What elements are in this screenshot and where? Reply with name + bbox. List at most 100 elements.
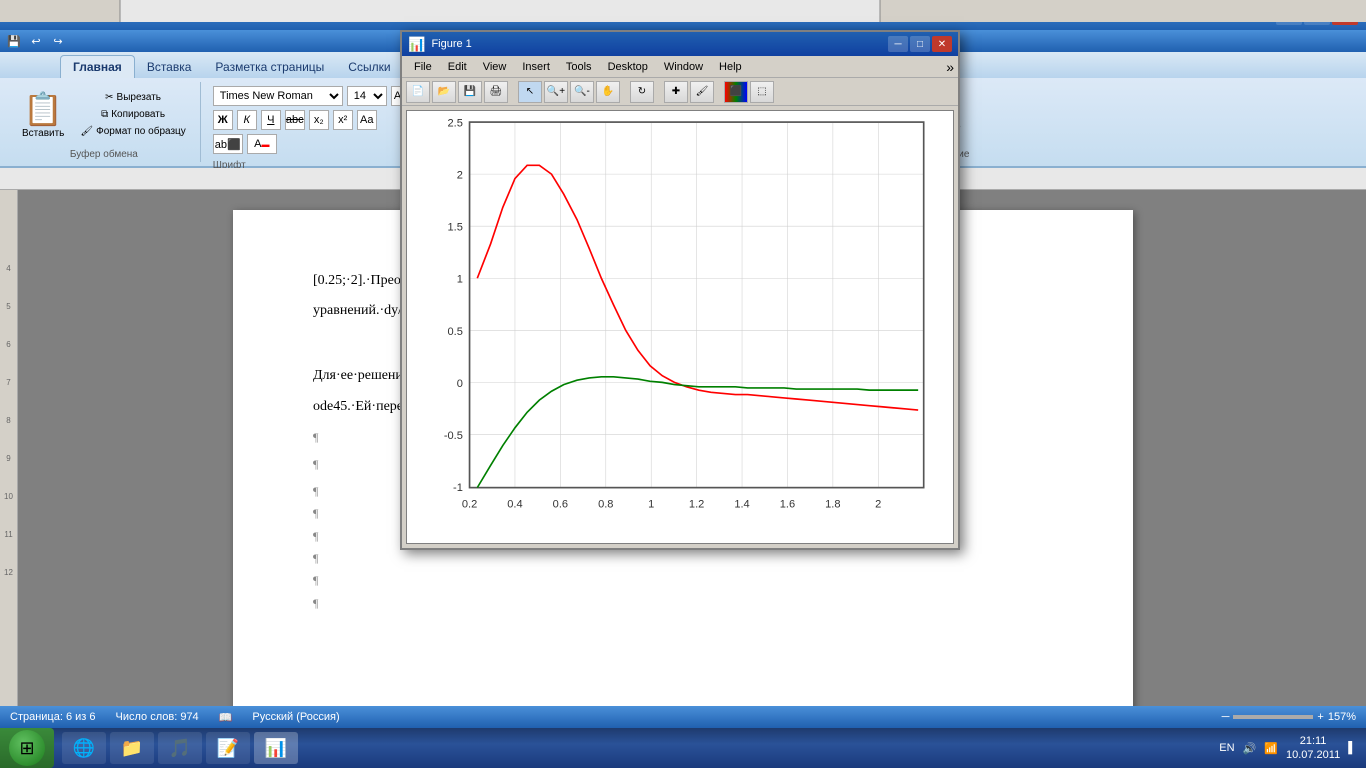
- word-count: Число слов: 974: [116, 711, 199, 723]
- matlab-menu-edit[interactable]: Edit: [440, 59, 475, 75]
- clipboard-group: 📋 Вставить ✂ Вырезать ⧉ Копировать 🖌 Фор…: [8, 82, 201, 162]
- svg-text:1: 1: [648, 499, 654, 511]
- zoom-out-button[interactable]: 🔍-: [570, 81, 594, 103]
- matlab-menu-help[interactable]: Help: [711, 59, 750, 75]
- matlab-menu-insert[interactable]: Insert: [514, 59, 558, 75]
- media-icon: 🎵: [169, 738, 191, 759]
- pan-button[interactable]: ✋: [596, 81, 620, 103]
- volume-icon: 🔊: [1243, 742, 1257, 755]
- svg-text:1.5: 1.5: [448, 222, 463, 234]
- system-clock: 21:11 10.07.2011: [1286, 734, 1340, 763]
- subscript-button[interactable]: x₂: [309, 110, 329, 130]
- paste-button[interactable]: 📋 Вставить: [16, 88, 70, 141]
- zoom-level: 157%: [1328, 711, 1356, 723]
- para-9: ¶: [313, 570, 1053, 592]
- svg-text:1.2: 1.2: [689, 499, 704, 511]
- font-color-button[interactable]: A▬: [247, 134, 277, 154]
- show-desktop[interactable]: ▌: [1348, 742, 1356, 754]
- zoom-slider[interactable]: [1233, 715, 1313, 719]
- svg-text:2: 2: [875, 499, 881, 511]
- matlab-minimize[interactable]: ─: [888, 36, 908, 52]
- matlab-close[interactable]: ✕: [932, 36, 952, 52]
- plot3d-button[interactable]: ⬚: [750, 81, 774, 103]
- svg-text:0.8: 0.8: [598, 499, 613, 511]
- tab-home[interactable]: Главная: [60, 55, 135, 78]
- brush-button[interactable]: 🖌: [690, 81, 714, 103]
- font-name-select[interactable]: Times New Roman: [213, 86, 343, 106]
- colormap-button[interactable]: ⬛: [724, 81, 748, 103]
- scissors-icon: ✂: [105, 92, 113, 103]
- start-button[interactable]: ⊞: [0, 728, 54, 768]
- open-button[interactable]: 📂: [432, 81, 456, 103]
- superscript-button[interactable]: x²: [333, 110, 353, 130]
- folder-icon: 📁: [121, 738, 143, 759]
- taskbar-ie[interactable]: 🌐: [62, 732, 106, 764]
- matlab-icon: 📊: [408, 36, 425, 53]
- zoom-control: ─ + 157%: [1222, 711, 1356, 723]
- matlab-menu-expand[interactable]: »: [946, 59, 954, 75]
- pilcrow-3: ¶: [313, 430, 318, 444]
- word-taskbar-icon: 📝: [217, 738, 239, 759]
- paste-icon: 📋: [23, 90, 63, 128]
- matlab-figure-window: 📊 Figure 1 ─ □ ✕ File Edit View Insert T…: [400, 30, 960, 550]
- matlab-menu-view[interactable]: View: [475, 59, 515, 75]
- taskbar-word[interactable]: 📝: [206, 732, 250, 764]
- language-indicator: EN: [1219, 742, 1234, 754]
- clock-time: 21:11: [1286, 734, 1340, 748]
- matlab-title-bar: 📊 Figure 1 ─ □ ✕: [402, 32, 958, 56]
- zoom-out-button[interactable]: ─: [1222, 711, 1230, 723]
- svg-text:1.8: 1.8: [825, 499, 840, 511]
- qat-undo[interactable]: ↩: [26, 32, 46, 50]
- svg-text:2.5: 2.5: [448, 118, 463, 130]
- qat-save[interactable]: 💾: [4, 32, 24, 50]
- data-cursor-button[interactable]: ✚: [664, 81, 688, 103]
- taskbar-media[interactable]: 🎵: [158, 732, 202, 764]
- spell-check-icon: 📖: [219, 711, 233, 724]
- vertical-ruler: 456789101112: [0, 190, 17, 592]
- matlab-maximize[interactable]: □: [910, 36, 930, 52]
- cut-button[interactable]: ✂ Вырезать: [74, 90, 191, 105]
- new-figure-button[interactable]: 📄: [406, 81, 430, 103]
- format-painter-button[interactable]: 🖌 Формат по образцу: [74, 124, 191, 139]
- font-format-row: Ж К Ч abc x₂ x² Аа: [213, 110, 377, 130]
- matlab-menu-file[interactable]: File: [406, 59, 440, 75]
- tab-insert[interactable]: Вставка: [135, 56, 204, 78]
- zoom-in-button[interactable]: 🔍+: [544, 81, 568, 103]
- rotate-button[interactable]: ↻: [630, 81, 654, 103]
- taskbar-matlab[interactable]: 📊: [254, 732, 298, 764]
- matlab-taskbar-icon: 📊: [265, 738, 287, 759]
- bold-button[interactable]: Ж: [213, 110, 233, 130]
- taskbar-explorer[interactable]: 📁: [110, 732, 154, 764]
- underline-button[interactable]: Ч: [261, 110, 281, 130]
- matlab-title-text: Figure 1: [431, 38, 886, 50]
- print-button[interactable]: 🖨: [484, 81, 508, 103]
- italic-button[interactable]: К: [237, 110, 257, 130]
- taskbar: ⊞ 🌐 📁 🎵 📝 📊 EN 🔊 📶 21:11 10.07.2011 ▌: [0, 728, 1366, 768]
- text-highlight-button[interactable]: ab⬛: [213, 134, 243, 154]
- para-8: ¶: [313, 548, 1053, 570]
- copy-button[interactable]: ⧉ Копировать: [74, 107, 191, 122]
- language-info: Русский (Россия): [252, 711, 339, 723]
- matlab-menu-window[interactable]: Window: [656, 59, 711, 75]
- format-painter-icon: 🖌: [80, 126, 93, 137]
- svg-text:1.4: 1.4: [734, 499, 749, 511]
- matlab-menu-tools[interactable]: Tools: [558, 59, 600, 75]
- change-case-button[interactable]: Аа: [357, 110, 377, 130]
- zoom-in-button[interactable]: +: [1317, 711, 1323, 723]
- matlab-menu-desktop[interactable]: Desktop: [600, 59, 656, 75]
- svg-text:1: 1: [457, 274, 463, 286]
- cursor-button[interactable]: ↖: [518, 81, 542, 103]
- clipboard-label: Буфер обмена: [70, 145, 138, 160]
- matlab-plot-svg: 0.2 0.4 0.6 0.8 1 1.2 1.4 1.6 1.8 2 2.5 …: [407, 111, 953, 543]
- save-button[interactable]: 💾: [458, 81, 482, 103]
- svg-text:-1: -1: [453, 482, 463, 494]
- text-line3: Для·ее·решения·: [313, 368, 414, 383]
- page-info: Страница: 6 из 6: [10, 711, 96, 723]
- font-color-row: ab⬛ A▬: [213, 134, 277, 154]
- qat-redo[interactable]: ↪: [48, 32, 68, 50]
- font-size-select[interactable]: 14: [347, 86, 387, 106]
- tab-references[interactable]: Ссылки: [336, 56, 402, 78]
- svg-text:0.4: 0.4: [507, 499, 522, 511]
- tab-page-layout[interactable]: Разметка страницы: [203, 56, 336, 78]
- strikethrough-button[interactable]: abc: [285, 110, 305, 130]
